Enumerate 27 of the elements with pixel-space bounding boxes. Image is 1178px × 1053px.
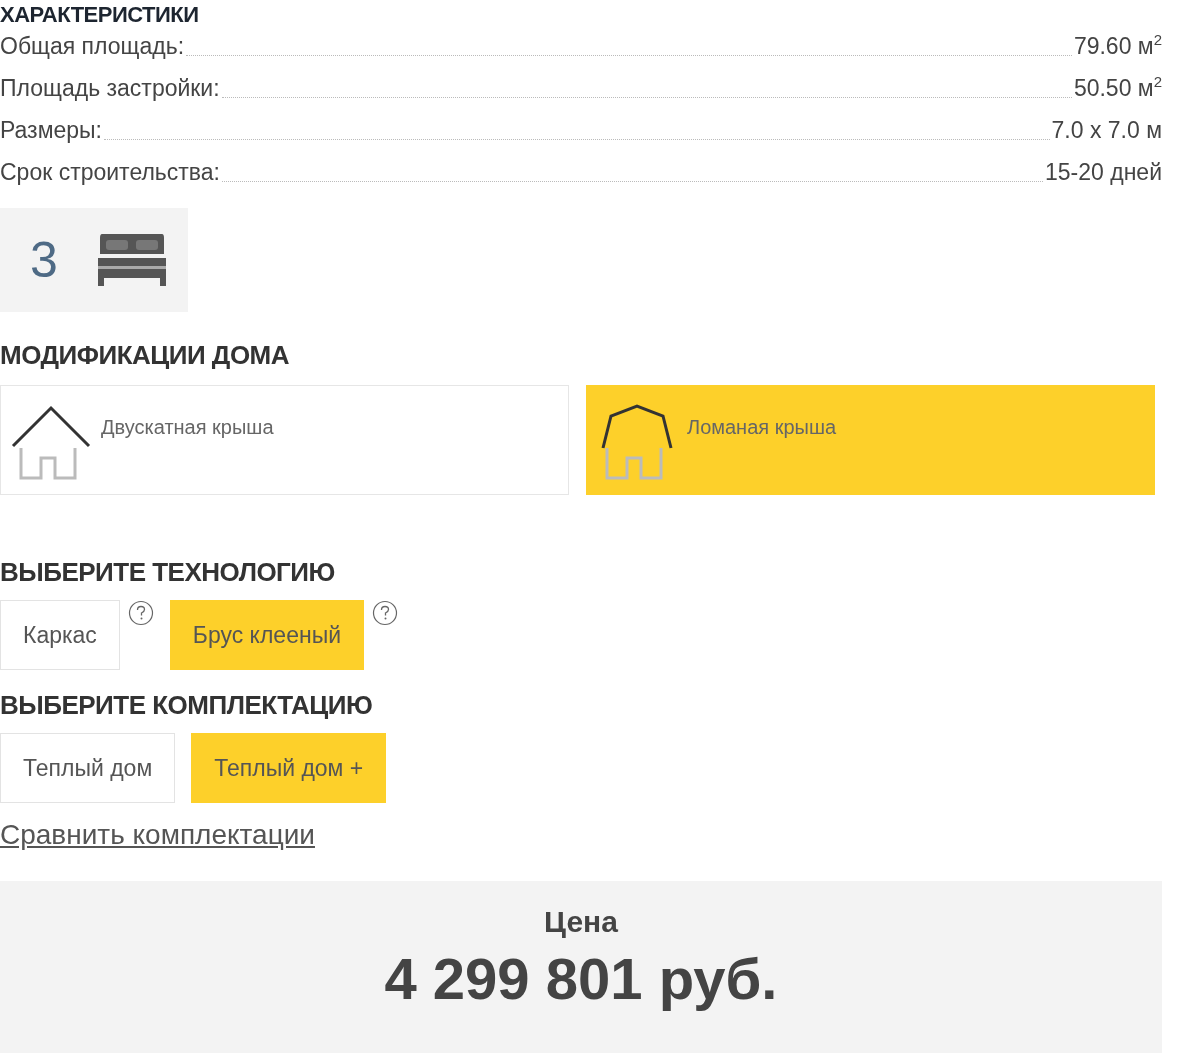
section-title: ВЫБЕРИТЕ КОМПЛЕКТАЦИЮ xyxy=(0,690,374,721)
help-icon[interactable] xyxy=(372,600,398,626)
spec-label: Площадь застройки: xyxy=(0,75,220,102)
price-amount: 4 299 801 руб. xyxy=(384,945,778,1012)
spec-label: Общая площадь: xyxy=(0,33,185,60)
spec-label: Размеры: xyxy=(0,117,102,144)
spec-value: 50.50 м$^{2}$ xyxy=(1073,73,1162,102)
section-title: ХАРАКТЕРИСТИКИ xyxy=(0,2,200,28)
technology-option[interactable]: Каркас xyxy=(0,600,120,670)
roof-option-label: Двускатная крыша xyxy=(101,416,274,439)
roof-option-label: Ломаная крыша xyxy=(687,416,837,439)
spec-label: Срок строительства: xyxy=(0,159,220,186)
technology-option[interactable]: Брус клееный xyxy=(169,600,364,670)
section-title: ВЫБЕРИТЕ ТЕХНОЛОГИЮ xyxy=(0,557,336,588)
bedroom-count: 3 xyxy=(30,231,58,289)
spec-value: 7.0 x 7.0 м xyxy=(1051,117,1162,144)
package-option[interactable]: Теплый дом + xyxy=(191,733,387,803)
spec-value: 79.60 м$^{2}$ xyxy=(1073,31,1162,60)
package-option[interactable]: Теплый дом xyxy=(0,733,176,803)
compare-link[interactable]: Сравнить комплектации xyxy=(0,819,315,851)
section-title: МОДИФИКАЦИИ ДОМА xyxy=(0,340,291,371)
roof-option-card[interactable]: Двускатная крыша xyxy=(0,385,569,495)
bed-icon xyxy=(97,234,166,286)
spec-value: 15-20 дней xyxy=(1045,159,1162,186)
roof-option-card[interactable]: Ломаная крыша xyxy=(586,385,1155,495)
price-label: Цена xyxy=(544,905,618,939)
help-icon[interactable] xyxy=(127,600,154,626)
